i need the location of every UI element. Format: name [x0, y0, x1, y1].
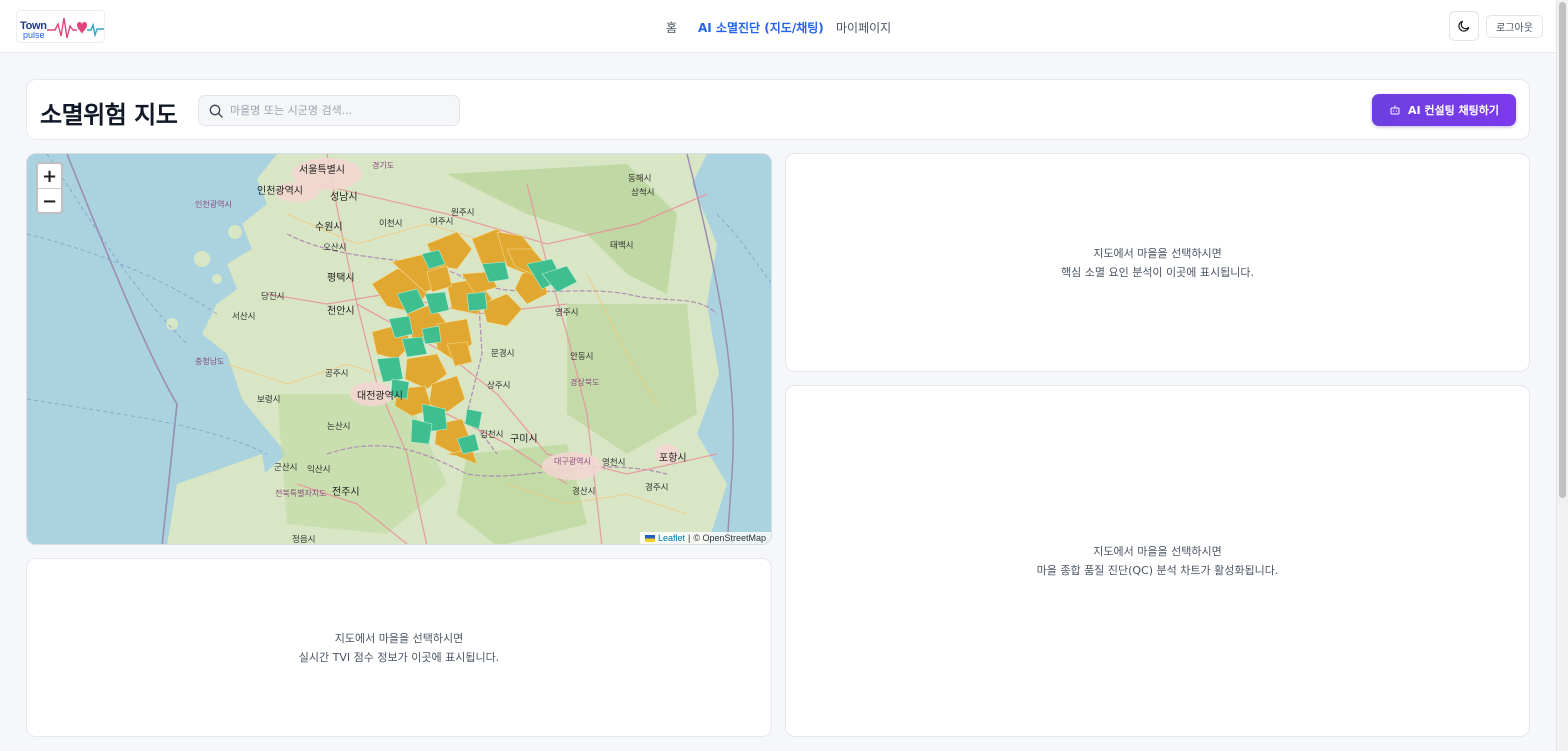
top-navbar: Town pulse 홈 AI 소멸진단 (지도/채팅) 마이페이지 로그아웃: [0, 0, 1556, 53]
factor-panel-line2: 핵심 소멸 요인 분석이 이곳에 표시됩니다.: [1060, 265, 1255, 279]
svg-text:당진시: 당진시: [261, 291, 284, 302]
svg-text:전주시: 전주시: [332, 486, 360, 498]
svg-text:인천광역시: 인천광역시: [257, 185, 303, 197]
ai-chat-button[interactable]: AI 컨설팅 채팅하기: [1372, 94, 1516, 126]
search-icon: [209, 104, 223, 118]
logout-button[interactable]: 로그아웃: [1486, 15, 1543, 38]
svg-text:안동시: 안동시: [570, 351, 593, 362]
map-attribution: Leaflet | © OpenStreetMap: [639, 532, 771, 544]
svg-text:영천시: 영천시: [602, 457, 625, 468]
attribution-separator: |: [687, 533, 691, 543]
zoom-out-button[interactable]: −: [38, 189, 61, 214]
svg-text:충청남도: 충청남도: [195, 357, 224, 366]
heartbeat-icon: [47, 17, 104, 39]
page-scrollbar[interactable]: [1556, 0, 1568, 751]
svg-text:성남시: 성남시: [330, 191, 358, 203]
page-title: 소멸위험 지도: [40, 101, 178, 129]
svg-text:대전광역시: 대전광역시: [357, 390, 403, 402]
svg-text:군산시: 군산시: [274, 462, 297, 473]
svg-text:대구광역시: 대구광역시: [554, 456, 591, 466]
risk-map[interactable]: 서울특별시 인천광역시 성남시 수원시 평택시 천안시 당진시 서산시 충청남도…: [26, 153, 772, 545]
svg-text:경주시: 경주시: [645, 482, 668, 493]
factor-analysis-panel: 지도에서 마을을 선택하시면 핵심 소멸 요인 분석이 이곳에 표시됩니다.: [785, 153, 1530, 372]
nav-mypage[interactable]: 마이페이지: [836, 19, 891, 36]
svg-text:인천광역시: 인천광역시: [195, 199, 232, 209]
openstreetmap-link[interactable]: © OpenStreetMap: [693, 533, 766, 543]
nav-ai-diagnosis[interactable]: AI 소멸진단 (지도/채팅): [698, 19, 824, 36]
map-title-card: 소멸위험 지도 AI 컨설팅 채팅하기: [26, 79, 1530, 140]
svg-text:구미시: 구미시: [510, 433, 538, 445]
leaflet-link[interactable]: Leaflet: [658, 533, 685, 543]
moon-icon: [1458, 20, 1470, 32]
svg-text:오산시: 오산시: [323, 242, 346, 253]
townpulse-logo[interactable]: Town pulse: [16, 10, 105, 43]
ukraine-flag-icon: [644, 534, 655, 542]
svg-text:포항시: 포항시: [659, 452, 687, 464]
svg-text:경산시: 경산시: [572, 486, 595, 497]
theme-toggle-button[interactable]: [1449, 11, 1479, 41]
qc-panel-line2: 마을 종합 품질 진단(QC) 분석 차트가 활성화됩니다.: [1036, 564, 1279, 577]
svg-text:태백시: 태백시: [610, 240, 633, 251]
svg-text:서산시: 서산시: [232, 311, 255, 322]
logo-text-pulse: pulse: [23, 30, 45, 40]
svg-text:문경시: 문경시: [491, 348, 514, 359]
qc-analysis-panel: 지도에서 마을을 선택하시면 마을 종합 품질 진단(QC) 분석 차트가 활성…: [785, 385, 1530, 737]
svg-text:전북특별자치도: 전북특별자치도: [275, 488, 327, 498]
svg-text:여주시: 여주시: [430, 216, 453, 227]
svg-text:천안시: 천안시: [327, 305, 355, 317]
svg-text:보령시: 보령시: [257, 394, 280, 405]
svg-text:논산시: 논산시: [327, 421, 350, 432]
svg-text:평택시: 평택시: [327, 272, 355, 284]
nav-home[interactable]: 홈: [666, 19, 677, 36]
svg-text:원주시: 원주시: [451, 208, 474, 218]
svg-text:정읍시: 정읍시: [292, 534, 315, 545]
svg-text:영주시: 영주시: [555, 307, 578, 318]
svg-text:경기도: 경기도: [372, 160, 394, 170]
svg-text:이천시: 이천시: [379, 218, 402, 229]
search-input[interactable]: [230, 96, 452, 125]
svg-text:익산시: 익산시: [307, 464, 330, 475]
tvi-panel-line2: 실시간 TVI 점수 정보가 이곳에 표시됩니다.: [298, 650, 500, 664]
map-tiles[interactable]: 서울특별시 인천광역시 성남시 수원시 평택시 천안시 당진시 서산시 충청남도…: [27, 154, 772, 545]
scrollbar-thumb[interactable]: [1559, 2, 1566, 498]
svg-text:경상북도: 경상북도: [570, 377, 599, 387]
svg-text:공주시: 공주시: [325, 369, 348, 379]
robot-icon: [1390, 105, 1400, 115]
svg-text:동해시: 동해시: [628, 174, 651, 184]
svg-text:서울특별시: 서울특별시: [299, 164, 345, 176]
svg-text:삼척시: 삼척시: [631, 187, 654, 198]
svg-text:김천시: 김천시: [480, 429, 503, 440]
zoom-in-button[interactable]: +: [38, 164, 61, 189]
ai-chat-button-label: AI 컨설팅 채팅하기: [1407, 104, 1500, 117]
search-box[interactable]: [198, 95, 460, 126]
zoom-control: + −: [36, 162, 63, 214]
tvi-score-panel: 지도에서 마을을 선택하시면 실시간 TVI 점수 정보가 이곳에 표시됩니다.: [26, 558, 772, 737]
svg-text:수원시: 수원시: [315, 221, 343, 233]
tvi-panel-line1: 지도에서 마을을 선택하시면: [334, 631, 464, 645]
svg-text:상주시: 상주시: [487, 380, 510, 391]
factor-panel-line1: 지도에서 마을을 선택하시면: [1093, 246, 1222, 260]
qc-panel-line1: 지도에서 마을을 선택하시면: [1093, 545, 1222, 558]
